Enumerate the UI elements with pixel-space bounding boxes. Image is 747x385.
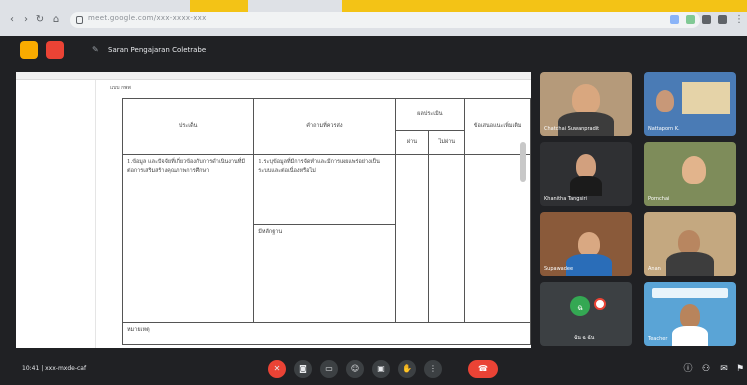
participant-tile[interactable]: Pornchai (644, 142, 736, 206)
participant-face (682, 156, 706, 184)
evaluation-table: ประเด็น คำถามที่ควรส่ง ผลประเมิน ข้อเสนอ… (121, 98, 531, 345)
forward-icon[interactable]: › (20, 14, 32, 26)
fail-cell (428, 154, 466, 323)
back-icon[interactable]: ‹ (6, 14, 18, 26)
end-call-button[interactable]: ☎ (468, 360, 498, 378)
document-margin (16, 80, 96, 348)
extension-icon-3[interactable] (702, 15, 711, 24)
url-text: meet.google.com/xxx-xxxx-xxx (88, 14, 207, 22)
activities-icon[interactable]: ⚑ (735, 363, 745, 375)
yellow-band-left (190, 0, 248, 12)
avatar: ฉ (570, 296, 590, 316)
extension-icon-2[interactable] (686, 15, 695, 24)
header-result: ผลประเมิน (394, 98, 466, 131)
participant-name: Nattaporn K. (648, 126, 680, 132)
participant-face (576, 154, 596, 178)
home-icon[interactable]: ⌂ (50, 14, 62, 26)
participant-tile[interactable]: Supawadee (540, 212, 632, 276)
participant-body (666, 252, 714, 276)
issue-cell: 1.ข้อมูล และปัจจัยที่เกี่ยวข้องกับการดำเ… (121, 154, 255, 323)
meeting-time-and-code: 10:41 | xxx-mxde-caf (22, 365, 87, 372)
participant-tile[interactable]: Chatchai Suwanpradit (540, 72, 632, 136)
chat-icon[interactable]: ✉ (718, 363, 730, 375)
header-pass: ผ่าน (394, 130, 430, 155)
scrollbar[interactable] (520, 142, 526, 182)
app-icon[interactable] (20, 41, 38, 59)
form-code: แบบ กพพ (110, 85, 131, 91)
meeting-controls: 10:41 | xxx-mxde-caf ✕ ◙ ▭ ☺ ▣ ✋ ⋮ ☎ ⓘ ⚇… (0, 352, 747, 385)
raise-hand-button[interactable]: ✋ (398, 360, 416, 378)
meeting-header: ✎ Saran Pengajaran Coletrabe (0, 36, 747, 66)
participant-tile[interactable]: Teacher (644, 282, 736, 346)
question-cell: 1.ระบุข้อมูลที่มีการจัดทำและมีการเผยแพร่… (253, 154, 396, 225)
participant-tile[interactable]: Anan (644, 212, 736, 276)
reactions-button[interactable]: ☺ (346, 360, 364, 378)
header-question: คำถามที่ควรส่ง (253, 98, 396, 155)
participant-name: Pornchai (648, 196, 670, 202)
participant-name: Anan (648, 266, 661, 272)
remark-cell: หมายเหตุ (122, 322, 531, 345)
presenting-icon: ✎ (92, 45, 99, 54)
participant-face (578, 232, 600, 256)
evidence-cell: มีหลักฐาน (253, 224, 396, 323)
browser-toolbar: ‹ › ↻ ⌂ meet.google.com/xxx-xxxx-xxx ⋮ (0, 0, 747, 36)
participant-name: ฉัน ฉ ฉัน (574, 335, 595, 341)
info-icon[interactable]: ⓘ (682, 363, 694, 375)
meeting-title: Saran Pengajaran Coletrabe (108, 46, 207, 54)
participant-tile[interactable]: ฉ ฉัน ฉ ฉัน (540, 282, 632, 346)
avatar-initial: ฉ (577, 303, 583, 312)
background-banner (652, 288, 728, 298)
mic-off-icon (594, 298, 606, 310)
participant-face (678, 230, 700, 254)
participant-name: Teacher (648, 336, 668, 342)
record-icon[interactable] (46, 41, 64, 59)
participant-body (672, 326, 708, 346)
document-toolbar (16, 72, 531, 80)
background-shelf (682, 82, 730, 114)
participant-face (572, 84, 600, 114)
participant-name: Supawadee (544, 266, 574, 272)
captions-button[interactable]: ▭ (320, 360, 338, 378)
participant-name: Chatchai Suwanpradit (544, 126, 600, 132)
reload-icon[interactable]: ↻ (34, 14, 46, 26)
yellow-band-right (342, 0, 747, 12)
more-options-button[interactable]: ⋮ (424, 360, 442, 378)
participant-face (656, 90, 674, 112)
participant-body (566, 254, 612, 276)
people-icon[interactable]: ⚇ (700, 363, 712, 375)
menu-icon[interactable]: ⋮ (733, 14, 745, 26)
header-fail: ไม่ผ่าน (428, 130, 466, 155)
address-bar[interactable]: meet.google.com/xxx-xxxx-xxx (70, 12, 700, 28)
participant-name: Khanitha Tangsiri (544, 196, 587, 202)
camera-button[interactable]: ◙ (294, 360, 312, 378)
participant-body (558, 112, 614, 136)
extension-icon[interactable] (670, 15, 679, 24)
participant-face (680, 304, 700, 328)
header-issue: ประเด็น (121, 98, 255, 155)
profile-icon[interactable] (718, 15, 727, 24)
lock-icon (76, 16, 83, 24)
participant-tile[interactable]: Khanitha Tangsiri (540, 142, 632, 206)
pass-cell (394, 154, 430, 323)
participant-body (570, 176, 602, 196)
shared-screen: แบบ กพพ ประเด็น คำถามที่ควรส่ง ผลประเมิน… (16, 72, 531, 348)
participant-tile[interactable]: Nattaporn K. (644, 72, 736, 136)
present-button[interactable]: ▣ (372, 360, 390, 378)
mic-off-button[interactable]: ✕ (268, 360, 286, 378)
